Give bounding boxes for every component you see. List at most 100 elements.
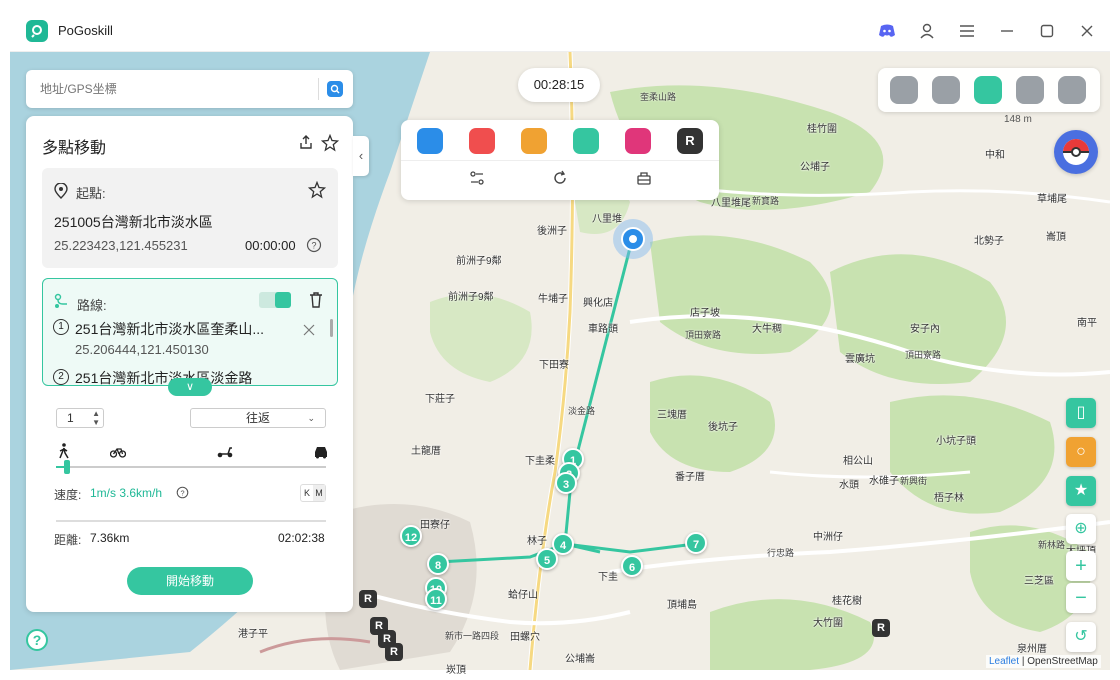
scooter-icon[interactable] bbox=[216, 445, 234, 463]
multi-spot-app-icon[interactable] bbox=[573, 128, 599, 154]
waypoint-marker-5[interactable]: 5 bbox=[536, 548, 558, 570]
route-label: 路線: bbox=[77, 298, 107, 313]
folder-star-icon[interactable]: ★ bbox=[1066, 476, 1096, 506]
shirt-icon[interactable]: ○ bbox=[1066, 437, 1096, 467]
expand-chevron-icon[interactable]: ∨ bbox=[168, 378, 212, 396]
loop-mode-value: 往返 bbox=[245, 411, 270, 425]
zoom-out-icon[interactable]: − bbox=[1066, 583, 1096, 613]
duration-value: 02:02:38 bbox=[278, 531, 325, 545]
npc-marker[interactable]: R bbox=[359, 590, 377, 608]
panel-title: 多點移動 bbox=[42, 140, 107, 157]
speed-slider[interactable] bbox=[56, 460, 326, 474]
place-label: 南平 bbox=[1077, 318, 1097, 329]
help-circle-icon[interactable]: ? bbox=[176, 486, 189, 504]
route-coords: 25.206444,121.450130 bbox=[75, 342, 209, 357]
pokeball-icon[interactable] bbox=[1054, 130, 1098, 174]
place-label: 草埔尾 bbox=[1037, 194, 1067, 205]
toolbox-icon[interactable] bbox=[635, 170, 653, 188]
place-label: 大牛稠 bbox=[752, 324, 782, 335]
place-label: 林子 bbox=[527, 536, 547, 547]
place-label: 水碓子 bbox=[869, 476, 899, 487]
zoom-in-icon[interactable]: + bbox=[1066, 551, 1096, 581]
repeat-count-stepper[interactable]: 1 ▲ ▼ bbox=[56, 408, 104, 428]
settings-sliders-icon[interactable] bbox=[468, 170, 486, 188]
place-label: 下莊子 bbox=[425, 394, 455, 405]
start-moving-button[interactable]: 開始移動 bbox=[127, 567, 253, 595]
joystick-app-icon[interactable] bbox=[469, 128, 495, 154]
road-label: 頂田寮路 bbox=[685, 330, 722, 340]
speed-slider-handle[interactable] bbox=[63, 460, 70, 474]
user-icon[interactable] bbox=[918, 22, 936, 40]
locate-crosshair-icon[interactable]: ⊕ bbox=[1066, 514, 1096, 544]
osm-link[interactable]: OpenStreetMap bbox=[1027, 656, 1098, 667]
search-input[interactable] bbox=[40, 82, 310, 96]
help-icon[interactable]: ? bbox=[26, 629, 48, 651]
road-label: 奎柔山路 bbox=[640, 92, 677, 102]
mode-joystick-icon[interactable] bbox=[1058, 76, 1086, 104]
place-label: 頂埔島 bbox=[667, 600, 697, 611]
mode-hexagon-icon[interactable] bbox=[890, 76, 918, 104]
leaflet-link[interactable]: Leaflet bbox=[989, 656, 1019, 667]
waypoint-marker-12[interactable]: 12 bbox=[400, 525, 422, 547]
waypoint-marker-11[interactable]: 11 bbox=[425, 588, 447, 610]
place-label: 下圭柔 bbox=[525, 456, 555, 467]
maximize-icon[interactable] bbox=[1038, 22, 1056, 40]
route-index: 2 bbox=[53, 369, 69, 385]
npc-marker[interactable]: R bbox=[872, 619, 890, 637]
place-label: 下田寮 bbox=[539, 360, 569, 371]
npc-marker[interactable]: R bbox=[385, 643, 403, 661]
place-label: 梧子林 bbox=[934, 493, 964, 504]
place-label: 港子平 bbox=[238, 629, 268, 640]
car-icon[interactable] bbox=[313, 445, 329, 464]
start-point-card: 起點: 251005台灣新北市淡水區 25.223423,121.455231 … bbox=[42, 168, 338, 268]
divider bbox=[401, 160, 719, 161]
mode-gamepad-icon[interactable] bbox=[932, 76, 960, 104]
close-icon[interactable] bbox=[1078, 22, 1096, 40]
unit-toggle[interactable]: K M bbox=[300, 484, 326, 502]
mode-dpad-icon[interactable] bbox=[1016, 76, 1044, 104]
minimize-icon[interactable] bbox=[998, 22, 1016, 40]
remove-icon[interactable] bbox=[303, 323, 315, 341]
teleport-app-icon[interactable] bbox=[417, 128, 443, 154]
refresh-icon[interactable] bbox=[551, 170, 569, 188]
unit-mile[interactable]: M bbox=[313, 485, 325, 501]
distance-label: 距離: bbox=[54, 533, 82, 547]
waypoint-marker-3[interactable]: 3 bbox=[555, 472, 577, 494]
waypoint-marker-6[interactable]: 6 bbox=[621, 555, 643, 577]
help-circle-icon[interactable]: ? bbox=[306, 237, 322, 258]
road-label: 新興街 bbox=[900, 476, 928, 486]
search-icon[interactable] bbox=[327, 81, 343, 97]
favorite-star-icon[interactable] bbox=[307, 180, 327, 204]
place-label: 番子厝 bbox=[675, 472, 705, 483]
mode-gamepad-active-icon[interactable] bbox=[974, 76, 1002, 104]
route-scrollbar[interactable] bbox=[330, 319, 333, 337]
trash-icon[interactable] bbox=[309, 292, 323, 313]
start-address: 251005台灣新北市淡水區 bbox=[54, 214, 213, 230]
phone-icon[interactable]: ▯ bbox=[1066, 398, 1096, 428]
straight-line-icon[interactable] bbox=[275, 292, 291, 308]
waypoint-marker-7[interactable]: 7 bbox=[685, 532, 707, 554]
unit-km[interactable]: K bbox=[301, 485, 313, 501]
reset-rotate-icon[interactable]: ↺ bbox=[1066, 622, 1096, 652]
cooldown-timer: 00:28:15 bbox=[518, 68, 600, 102]
route-mode-toggle[interactable] bbox=[259, 292, 291, 308]
stepper-arrows-icon[interactable]: ▲ ▼ bbox=[92, 409, 100, 427]
speed-label: 速度: bbox=[54, 488, 82, 502]
place-label: 桂竹圍 bbox=[807, 124, 837, 135]
waypoint-marker-8[interactable]: 8 bbox=[427, 553, 449, 575]
loop-mode-select[interactable]: 往返 ⌄ bbox=[190, 408, 326, 428]
discord-icon[interactable] bbox=[878, 22, 896, 40]
speed-value: 1m/s 3.6km/h bbox=[90, 486, 163, 500]
road-label: 新林路 bbox=[1038, 540, 1066, 550]
jump-teleport-app-icon[interactable] bbox=[625, 128, 651, 154]
export-icon[interactable] bbox=[298, 134, 316, 152]
place-label: 中洲仔 bbox=[813, 532, 843, 543]
collapse-panel-chevron-icon[interactable]: ‹ bbox=[353, 136, 369, 176]
rocket-app-icon[interactable]: R bbox=[677, 128, 703, 154]
two-spot-app-icon[interactable] bbox=[521, 128, 547, 154]
divider bbox=[56, 520, 326, 522]
menu-icon[interactable] bbox=[958, 22, 976, 40]
favorite-star-icon[interactable] bbox=[320, 133, 340, 152]
start-label: 起點: bbox=[76, 186, 106, 201]
bicycle-icon[interactable] bbox=[109, 445, 127, 463]
